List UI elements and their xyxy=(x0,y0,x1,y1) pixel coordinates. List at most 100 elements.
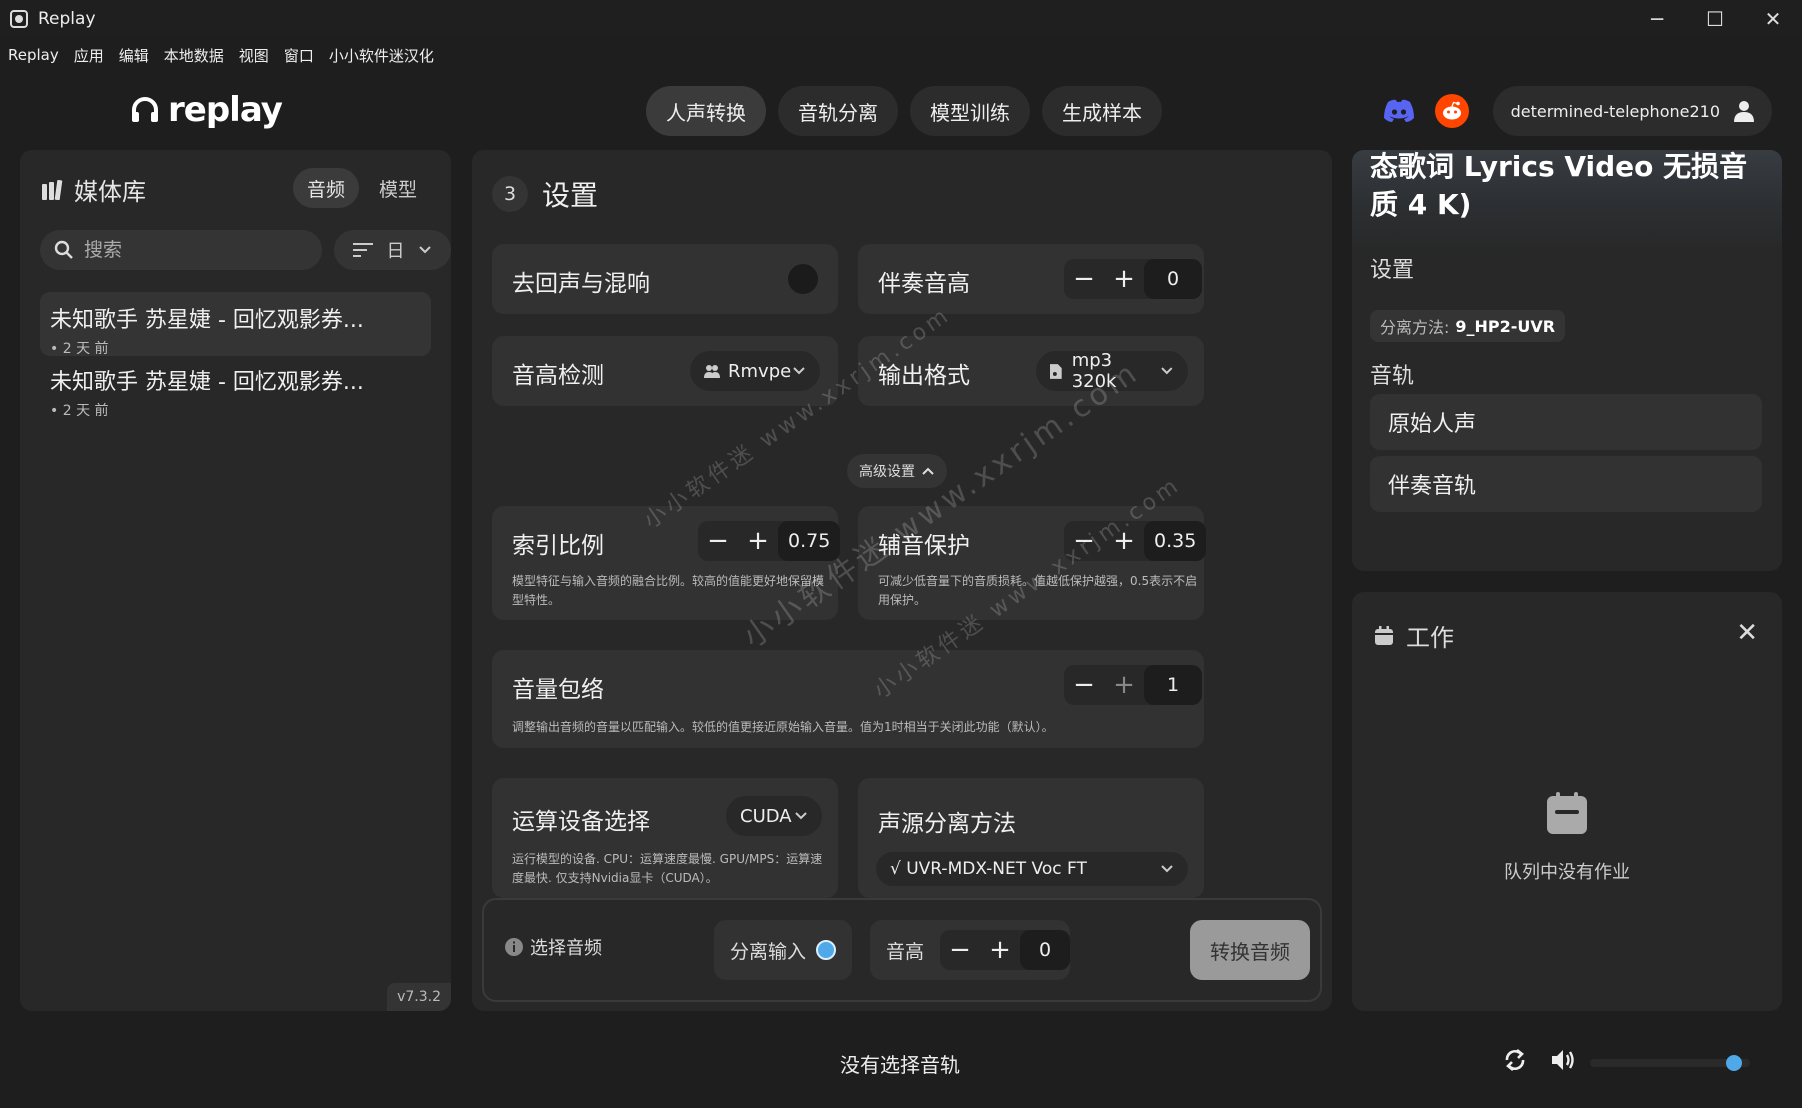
menu-local-data[interactable]: 本地数据 xyxy=(164,45,224,66)
decrement-button[interactable]: − xyxy=(698,521,738,561)
media-item-title: 未知歌手 苏星婕 - 回忆观影券... xyxy=(50,308,364,333)
pitch-detect-label: 音高检测 xyxy=(512,363,604,389)
pitch-control: 音高 − + 0 xyxy=(870,920,1070,980)
file-audio-icon xyxy=(1050,363,1062,379)
method-value: 9_HP2-UVR xyxy=(1455,316,1556,336)
users-icon xyxy=(704,365,720,378)
increment-button[interactable]: + xyxy=(738,521,778,561)
media-item-title: 未知歌手 苏星婕 - 回忆观影券... xyxy=(50,370,364,395)
chevron-down-icon xyxy=(1161,865,1173,873)
volume-fill xyxy=(1590,1059,1734,1067)
volume-envelope-card: 音量包络 − + 1 调整输出音频的音量以匹配输入。较低的值更接近原始输入音量。… xyxy=(492,650,1204,748)
jobs-title: 工作 xyxy=(1406,624,1454,652)
library-icon xyxy=(42,179,63,200)
pitch-detect-value: Rmvpe xyxy=(728,360,792,382)
media-item[interactable]: 未知歌手 苏星婕 - 回忆观影券... • 2 天 前 xyxy=(40,354,431,419)
calendar-icon xyxy=(1547,792,1587,834)
pitch-value[interactable]: 0 xyxy=(1020,930,1070,970)
sort-dropdown[interactable]: 日 xyxy=(334,230,451,270)
user-menu[interactable]: determined-telephone210 xyxy=(1492,86,1772,136)
main-tabs: 人声转换 音轨分离 模型训练 生成样本 xyxy=(646,86,1174,136)
app-header: replay 人声转换 音轨分离 模型训练 生成样本 determined-te… xyxy=(0,72,1802,150)
media-item-time: • 2 天 前 xyxy=(50,403,109,419)
media-library-panel: 媒体库 音频 模型 日 未知歌手 苏星婕 - 回忆观影券... • 2 天 前 … xyxy=(20,150,451,1011)
chevron-down-icon xyxy=(1161,367,1173,375)
inst-pitch-stepper: − + 0 xyxy=(1064,259,1202,299)
close-button[interactable]: ✕ xyxy=(1744,0,1802,38)
inst-pitch-card: 伴奏音高 − + 0 xyxy=(858,244,1204,314)
volume-knob[interactable] xyxy=(1726,1055,1742,1071)
device-value: CUDA xyxy=(740,805,792,827)
action-bar: 选择音频 分离输入 音高 − + 0 转换音频 xyxy=(482,898,1322,1002)
logo: replay xyxy=(130,90,283,130)
maximize-button[interactable]: ☐ xyxy=(1686,0,1744,38)
discord-icon[interactable] xyxy=(1381,93,1417,129)
menu-replay[interactable]: Replay xyxy=(8,46,59,64)
device-desc: 运行模型的设备. CPU：运算速度最慢. GPU/MPS：运算速度最快. 仅支持… xyxy=(512,852,823,885)
menu-localization[interactable]: 小小软件迷汉化 xyxy=(329,45,434,66)
echo-toggle[interactable] xyxy=(788,264,818,294)
device-label: 运算设备选择 xyxy=(512,809,650,835)
echo-card: 去回声与混响 xyxy=(492,244,838,314)
decrement-button[interactable]: − xyxy=(1064,665,1104,705)
device-dropdown[interactable]: CUDA xyxy=(726,796,822,836)
consonant-value[interactable]: 0.35 xyxy=(1144,521,1207,561)
menu-app[interactable]: 应用 xyxy=(74,45,104,66)
split-input-toggle[interactable]: 分离输入 xyxy=(714,920,852,980)
track-instrumental[interactable]: 伴奏音轨 xyxy=(1370,456,1762,512)
settings-title: 设置 xyxy=(542,179,599,212)
menu-window[interactable]: 窗口 xyxy=(284,45,314,66)
repeat-icon[interactable] xyxy=(1502,1047,1528,1073)
menu-view[interactable]: 视图 xyxy=(239,45,269,66)
media-item[interactable]: 未知歌手 苏星婕 - 回忆观影券... • 2 天 前 xyxy=(40,292,431,357)
volume-icon[interactable] xyxy=(1550,1047,1576,1073)
chevron-down-icon xyxy=(795,812,807,820)
window-title: Replay xyxy=(38,9,96,29)
tab-model-training[interactable]: 模型训练 xyxy=(910,86,1030,136)
song-settings-label: 设置 xyxy=(1370,258,1415,283)
increment-button[interactable]: + xyxy=(980,930,1020,970)
index-ratio-stepper: − + 0.75 xyxy=(698,521,841,561)
toggle-indicator xyxy=(816,940,836,960)
tab-generate-samples[interactable]: 生成样本 xyxy=(1042,86,1162,136)
increment-button[interactable]: + xyxy=(1104,665,1144,705)
pitch-label: 音高 xyxy=(886,940,925,963)
separation-dropdown[interactable]: √ UVR-MDX-NET Voc FT xyxy=(876,852,1188,886)
tab-voice-conversion[interactable]: 人声转换 xyxy=(646,86,766,136)
volume-envelope-value[interactable]: 1 xyxy=(1144,665,1202,705)
menu-edit[interactable]: 编辑 xyxy=(119,45,149,66)
tab-models[interactable]: 模型 xyxy=(365,168,431,208)
convert-audio-button[interactable]: 转换音频 xyxy=(1190,920,1310,980)
volume-slider[interactable] xyxy=(1590,1055,1750,1071)
version-badge: v7.3.2 xyxy=(387,983,451,1011)
separation-card: 声源分离方法 √ UVR-MDX-NET Voc FT xyxy=(858,778,1204,898)
tab-stem-separation[interactable]: 音轨分离 xyxy=(778,86,898,136)
pitch-detect-dropdown[interactable]: Rmvpe xyxy=(690,351,820,391)
pitch-detect-card: 音高检测 Rmvpe xyxy=(492,336,838,406)
reddit-icon[interactable] xyxy=(1434,94,1469,128)
inst-pitch-label: 伴奏音高 xyxy=(878,271,970,297)
track-original-vocals[interactable]: 原始人声 xyxy=(1370,394,1762,450)
select-audio-text: 选择音频 xyxy=(530,938,602,959)
decrement-button[interactable]: − xyxy=(1064,259,1104,299)
song-title: 态歌词 Lyrics Video 无损音质 4 K) xyxy=(1370,150,1748,221)
inst-pitch-value[interactable]: 0 xyxy=(1144,259,1202,299)
device-card: 运算设备选择 CUDA 运行模型的设备. CPU：运算速度最慢. GPU/MPS… xyxy=(492,778,838,898)
title-bar: Replay ─ ☐ ✕ xyxy=(0,0,1802,38)
search-input[interactable] xyxy=(84,239,284,261)
app-icon xyxy=(10,10,28,28)
minimize-button[interactable]: ─ xyxy=(1628,0,1686,38)
jobs-empty-state: 队列中没有作业 xyxy=(1352,792,1782,884)
volume-envelope-label: 音量包络 xyxy=(512,677,604,703)
user-icon xyxy=(1734,101,1754,122)
separation-label: 声源分离方法 xyxy=(878,811,1016,837)
search-box xyxy=(40,230,322,270)
increment-button[interactable]: + xyxy=(1104,259,1144,299)
decrement-button[interactable]: − xyxy=(940,930,980,970)
separation-value: √ UVR-MDX-NET Voc FT xyxy=(890,859,1087,879)
close-icon[interactable]: ✕ xyxy=(1736,618,1758,648)
menu-bar: Replay 应用 编辑 本地数据 视图 窗口 小小软件迷汉化 xyxy=(0,38,1802,72)
tab-audio[interactable]: 音频 xyxy=(292,168,359,208)
search-icon xyxy=(54,240,73,259)
pitch-stepper: − + 0 xyxy=(940,930,1070,970)
